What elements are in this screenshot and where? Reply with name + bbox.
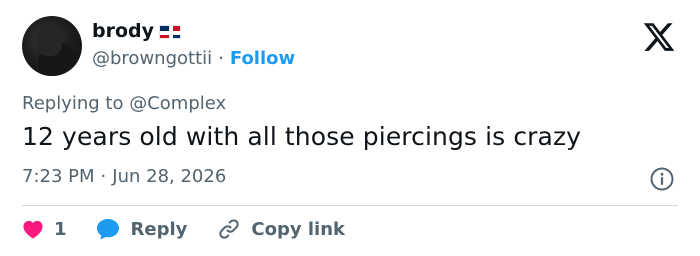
tweet-time: 7:23 PM (22, 166, 95, 187)
heart-icon (23, 220, 43, 239)
replying-to-line: Replying to @Complex (22, 93, 226, 114)
link-icon (219, 219, 240, 239)
tweet-timestamp[interactable]: 7:23 PM · Jun 28, 2026 (22, 166, 226, 187)
action-bar: 1 Reply Copy link (22, 214, 345, 244)
follow-button[interactable]: Follow (230, 48, 295, 69)
reply-button[interactable]: Reply (95, 217, 188, 241)
handle-row: @browngottii · Follow (92, 48, 295, 69)
replying-to-mention[interactable]: @Complex (129, 93, 226, 114)
tweet-date: Jun 28, 2026 (112, 166, 227, 187)
flag-dominican-republic-icon (159, 24, 183, 40)
replying-prefix: Replying to (22, 93, 124, 114)
author-name-row: brody (92, 20, 183, 42)
separator-dot: · (218, 48, 224, 69)
avatar[interactable] (22, 16, 82, 76)
like-button[interactable]: 1 (22, 219, 67, 240)
tweet-text: 12 years old with all those piercings is… (22, 122, 582, 151)
timestamp-separator: · (100, 166, 107, 187)
display-name[interactable]: brody (92, 20, 154, 42)
x-logo-icon[interactable] (641, 20, 677, 54)
reply-bubble-icon (96, 219, 119, 240)
like-count: 1 (54, 218, 67, 240)
reply-label: Reply (130, 218, 188, 240)
copy-link-label: Copy link (251, 218, 345, 240)
info-icon[interactable] (649, 166, 675, 192)
user-handle[interactable]: @browngottii (92, 48, 212, 69)
divider (22, 205, 678, 206)
copy-link-button[interactable]: Copy link (217, 217, 345, 241)
